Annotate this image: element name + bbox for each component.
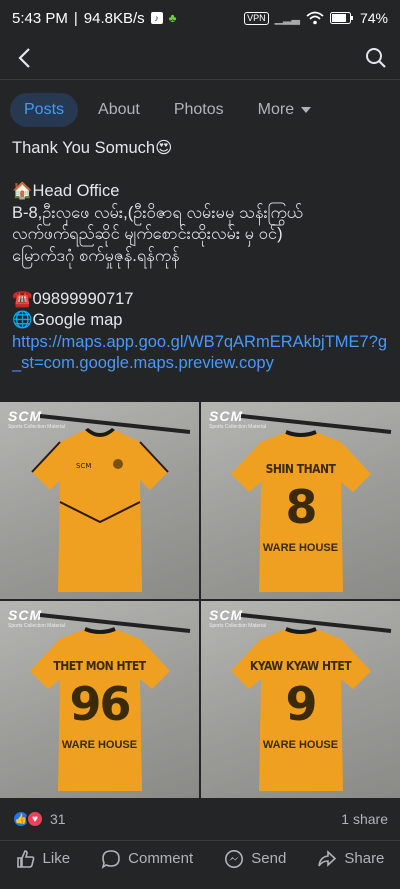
share-button[interactable]: Share	[317, 849, 384, 869]
post-action-bar: Like Comment Send Share	[0, 840, 400, 876]
send-label: Send	[251, 850, 287, 867]
photo-jersey-shin-thant[interactable]: SCM Sports Collection Material SHIN THAN…	[201, 402, 400, 599]
post-line-phone: ☎️09899990717	[12, 289, 134, 308]
jersey-player-name: KYAW KYAW HTET	[249, 659, 352, 673]
back-arrow-icon	[18, 47, 30, 68]
post-line-address-3: မြောက်ဒဂုံ စက်မှုဇုန်.ရန်ကုန်	[12, 246, 180, 265]
search-icon	[366, 47, 386, 68]
post-line-thanks: Thank You Somuch😍	[12, 139, 173, 157]
map-link-continued[interactable]: _st=com.google.maps.preview.copy	[12, 353, 400, 375]
messenger-icon	[225, 849, 244, 868]
comment-button[interactable]: Comment	[101, 849, 193, 869]
like-label: Like	[42, 850, 71, 867]
thumbs-up-icon	[16, 849, 34, 868]
jersey-player-name: THET MON HTET	[53, 659, 146, 673]
jersey-number: 8	[285, 480, 317, 534]
status-right: VPN ▁▂▃ 74%	[244, 10, 388, 26]
battery-percent: 74%	[359, 10, 388, 26]
jersey-sponsor-text: WARE HOUSE	[262, 739, 339, 751]
photo-jersey-front[interactable]: SCM Sports Collection Material SCM	[0, 402, 199, 599]
photo-jersey-thet-mon-htet[interactable]: SCM Sports Collection Material THET MON …	[0, 601, 199, 798]
status-bar: 5:43 PM | 94.8KB/s ♪ ♣ VPN ▁▂▃ 74%	[0, 0, 400, 36]
tab-more-label: More	[257, 101, 295, 118]
svg-text:SCM: SCM	[76, 462, 91, 470]
photo-jersey-kyaw-kyaw-htet[interactable]: SCM Sports Collection Material KYAW KYAW…	[201, 601, 400, 798]
love-reaction-icon: ♥	[26, 810, 44, 828]
jersey-sponsor-text: WARE HOUSE	[61, 739, 138, 751]
top-bar	[0, 36, 400, 80]
status-time: 5:43 PM	[12, 9, 68, 27]
signal-icon: ▁▂▃	[274, 12, 300, 25]
wifi-icon	[306, 11, 324, 25]
comment-icon	[101, 849, 120, 869]
jersey-number: 9	[285, 677, 317, 731]
jersey-number: 96	[69, 677, 131, 731]
vpn-badge: VPN	[244, 11, 269, 25]
map-link[interactable]: https://maps.app.goo.gl/WB7qARmERAkbjTME…	[12, 332, 400, 354]
tab-more[interactable]: More	[244, 93, 326, 127]
post-spacer	[12, 267, 400, 289]
caret-down-icon	[301, 107, 312, 113]
battery-icon	[329, 12, 353, 24]
post-spacer	[12, 160, 400, 182]
reaction-summary[interactable]: 👍 ♥ 31	[12, 810, 66, 828]
post-text: Thank You Somuch😍 🏠Head Office B-8,ဦးလှဖ…	[12, 138, 400, 375]
app-notification-icon-2: ♣	[168, 11, 177, 25]
send-button[interactable]: Send	[224, 849, 286, 869]
status-speed: 94.8KB/s	[83, 9, 145, 27]
reactions-row: 👍 ♥ 31 1 share	[0, 806, 400, 832]
post-line-address-2: လက်ဖက်ရည်ဆိုင် မျက်စောင်းထိုးလမ်း မှ ဝင်…	[12, 225, 283, 243]
jersey-front-image: SCM	[31, 414, 191, 592]
like-button[interactable]: Like	[16, 849, 71, 869]
tab-photos[interactable]: Photos	[160, 93, 238, 127]
tab-about[interactable]: About	[84, 93, 154, 127]
share-arrow-icon	[318, 849, 337, 867]
photo-grid: SCM Sports Collection Material SCM SCM S…	[0, 402, 400, 798]
tab-posts[interactable]: Posts	[10, 93, 79, 127]
jersey-sponsor-text: WARE HOUSE	[262, 542, 339, 554]
reaction-count: 31	[50, 811, 66, 827]
status-divider: |	[73, 9, 78, 27]
search-button[interactable]	[362, 44, 390, 72]
post-line-office: 🏠Head Office	[12, 182, 120, 200]
back-button[interactable]	[10, 44, 38, 72]
post-line-address-1: B-8,ဦးလှဖေ လမ်း,(ဦးဝိဇာရ လမ်းမမှ သန်းကြွ…	[12, 203, 303, 222]
page-tabs: Posts About Photos More	[0, 88, 400, 132]
jersey-player-name: SHIN THANT	[265, 462, 336, 476]
share-label: Share	[344, 850, 385, 867]
app-notification-icon: ♪	[150, 12, 163, 24]
status-left: 5:43 PM | 94.8KB/s ♪ ♣	[12, 10, 177, 27]
post-line-map-label: 🌐Google map	[12, 311, 123, 329]
share-count[interactable]: 1 share	[341, 811, 388, 827]
comment-label: Comment	[128, 850, 194, 867]
